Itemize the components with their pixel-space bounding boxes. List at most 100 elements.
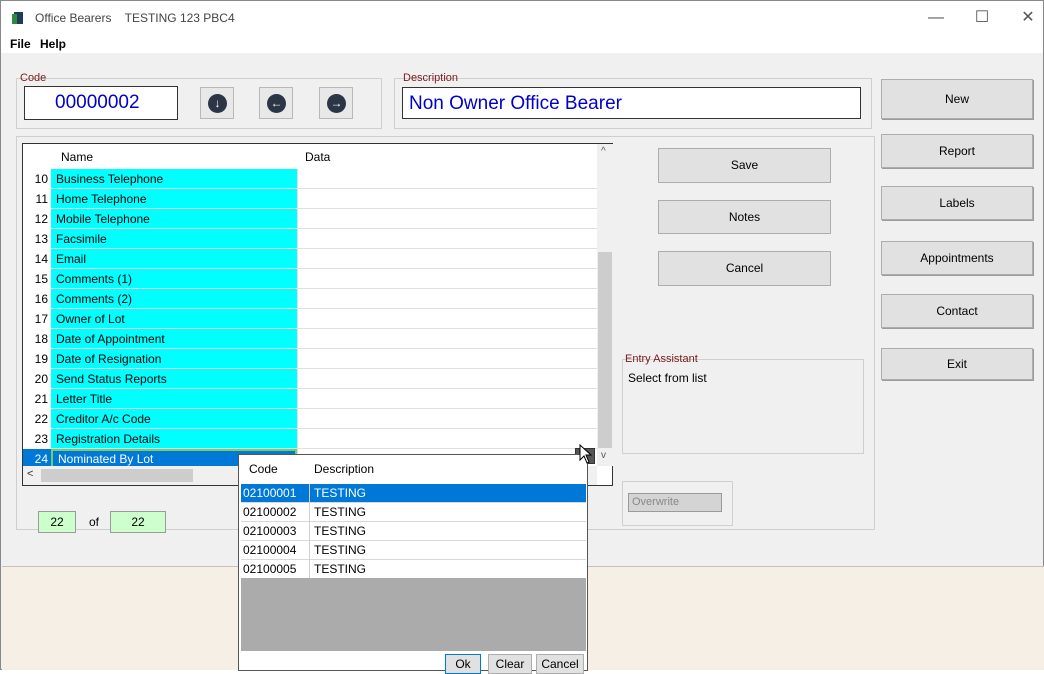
grid-row-name: Business Telephone: [51, 169, 297, 189]
grid-row-number: 12: [23, 209, 51, 229]
popup-list-item[interactable]: 02100004 TESTING: [241, 541, 586, 560]
office-bearers-window: Office Bearers TESTING 123 PBC4 — ☐ ✕ Fi…: [0, 0, 1044, 674]
window-title: Office Bearers TESTING 123 PBC4: [35, 11, 245, 25]
scroll-left-icon[interactable]: <: [27, 468, 33, 480]
grid-row-data-cell[interactable]: [297, 229, 597, 249]
grid-row[interactable]: 22 Creditor A/c Code: [23, 409, 597, 429]
grid-row[interactable]: 18 Date of Appointment: [23, 329, 597, 349]
report-button[interactable]: Report: [881, 134, 1033, 168]
grid-row[interactable]: 23 Registration Details: [23, 429, 597, 449]
save-button[interactable]: Save: [658, 148, 831, 183]
grid-row[interactable]: 11 Home Telephone: [23, 189, 597, 209]
arrow-right-icon: →: [327, 94, 346, 113]
grid-row-number: 15: [23, 269, 51, 289]
scroll-up-icon[interactable]: ^: [601, 146, 606, 157]
popup-cancel-button[interactable]: Cancel: [536, 654, 584, 674]
new-button[interactable]: New: [881, 79, 1033, 119]
window-title-text: Office Bearers: [35, 11, 112, 25]
grid-row-number: 11: [23, 189, 51, 209]
grid-row-number: 23: [23, 429, 51, 449]
lot-selection-popup: Code Description 02100001 TESTING 02100002…: [238, 454, 588, 674]
popup-list-item[interactable]: 02100005 TESTING: [241, 560, 586, 579]
move-down-button[interactable]: ↓: [200, 87, 234, 119]
grid-row-data-cell[interactable]: [297, 269, 597, 289]
grid-row-data-cell[interactable]: [297, 209, 597, 229]
close-button[interactable]: ✕: [1011, 5, 1044, 31]
grid-row[interactable]: 21 Letter Title: [23, 389, 597, 409]
record-total: 22: [110, 511, 166, 533]
labels-button[interactable]: Labels: [881, 186, 1033, 220]
grid-row[interactable]: 13 Facsimile: [23, 229, 597, 249]
popup-list-item[interactable]: 02100002 TESTING: [241, 503, 586, 522]
popup-list-item[interactable]: 02100001 TESTING: [241, 484, 586, 503]
grid-row-name: Date of Resignation: [51, 349, 297, 369]
grid-row-data-cell[interactable]: [297, 289, 597, 309]
grid-row-data-cell[interactable]: [297, 169, 597, 189]
popup-clear-button[interactable]: Clear: [488, 654, 532, 674]
maximize-button[interactable]: ☐: [965, 5, 999, 31]
vertical-scroll-thumb[interactable]: [598, 252, 612, 448]
popup-item-description: TESTING: [309, 560, 366, 579]
description-field[interactable]: Non Owner Office Bearer: [402, 87, 861, 119]
grid-row-name: Comments (1): [51, 269, 297, 289]
grid-row-data-cell[interactable]: [297, 189, 597, 209]
grid-row[interactable]: 19 Date of Resignation: [23, 349, 597, 369]
menu-file[interactable]: File: [10, 37, 31, 51]
grid-row-data-cell[interactable]: [297, 429, 597, 449]
grid-row-number: 13: [23, 229, 51, 249]
notes-button[interactable]: Notes: [658, 200, 831, 234]
grid-row[interactable]: 17 Owner of Lot: [23, 309, 597, 329]
contact-button[interactable]: Contact: [881, 294, 1033, 328]
grid-row[interactable]: 12 Mobile Telephone: [23, 209, 597, 229]
menu-help[interactable]: Help: [40, 37, 66, 51]
cancel-button[interactable]: Cancel: [658, 251, 831, 286]
popup-item-code: 02100004: [243, 543, 297, 557]
previous-record-button[interactable]: ←: [259, 87, 293, 119]
grid-row-data-cell[interactable]: [297, 349, 597, 369]
grid-row-name: Comments (2): [51, 289, 297, 309]
grid-row-name: Facsimile: [51, 229, 297, 249]
grid-row-data-cell[interactable]: [297, 329, 597, 349]
mouse-cursor-icon: [579, 444, 593, 464]
grid-row-name: Date of Appointment: [51, 329, 297, 349]
popup-ok-button[interactable]: Ok: [445, 654, 481, 674]
horizontal-scroll-thumb[interactable]: [41, 469, 193, 482]
entry-assistant-text: Select from list: [628, 371, 707, 385]
scroll-down-icon[interactable]: v: [601, 450, 606, 461]
grid-row-name: Email: [51, 249, 297, 269]
record-of-label: of: [89, 515, 100, 529]
grid-row-name: Creditor A/c Code: [51, 409, 297, 429]
grid-row-data-cell[interactable]: [297, 369, 597, 389]
grid-row[interactable]: 10 Business Telephone: [23, 169, 597, 189]
grid-row[interactable]: 14 Email: [23, 249, 597, 269]
grid-row-data-cell[interactable]: [297, 249, 597, 269]
grid-row[interactable]: 15 Comments (1): [23, 269, 597, 289]
grid-row-name: Owner of Lot: [51, 309, 297, 329]
popup-item-code: 02100003: [243, 524, 297, 538]
record-current: 22: [38, 511, 76, 533]
minimize-button[interactable]: —: [919, 5, 953, 31]
grid-row-number: 20: [23, 369, 51, 389]
grid-vertical-scrollbar[interactable]: ^ v: [597, 144, 613, 466]
grid-row[interactable]: 20 Send Status Reports: [23, 369, 597, 389]
grid-row-name: Mobile Telephone: [51, 209, 297, 229]
exit-button[interactable]: Exit: [881, 348, 1033, 380]
popup-item-description: TESTING: [309, 503, 366, 522]
grid-row-data-cell[interactable]: [297, 309, 597, 329]
menu-bar: File Help: [1, 35, 1043, 53]
grid-row-name: Send Status Reports: [51, 369, 297, 389]
appointments-button[interactable]: Appointments: [881, 241, 1033, 275]
grid-row-name: Registration Details: [51, 429, 297, 449]
popup-item-code: 02100005: [243, 562, 297, 576]
window-subtitle-text: TESTING 123 PBC4: [124, 11, 235, 25]
grid-row[interactable]: 16 Comments (2): [23, 289, 597, 309]
popup-list-item[interactable]: 02100003 TESTING: [241, 522, 586, 541]
grid-header-name: Name: [61, 150, 94, 164]
overwrite-field[interactable]: Overwrite: [628, 493, 722, 512]
next-record-button[interactable]: →: [319, 87, 353, 119]
grid-row-data-cell[interactable]: [297, 409, 597, 429]
grid-row-data-cell[interactable]: [297, 389, 597, 409]
popup-item-code: 02100002: [243, 505, 297, 519]
arrow-down-icon: ↓: [208, 94, 227, 113]
code-field[interactable]: 00000002: [24, 86, 178, 120]
